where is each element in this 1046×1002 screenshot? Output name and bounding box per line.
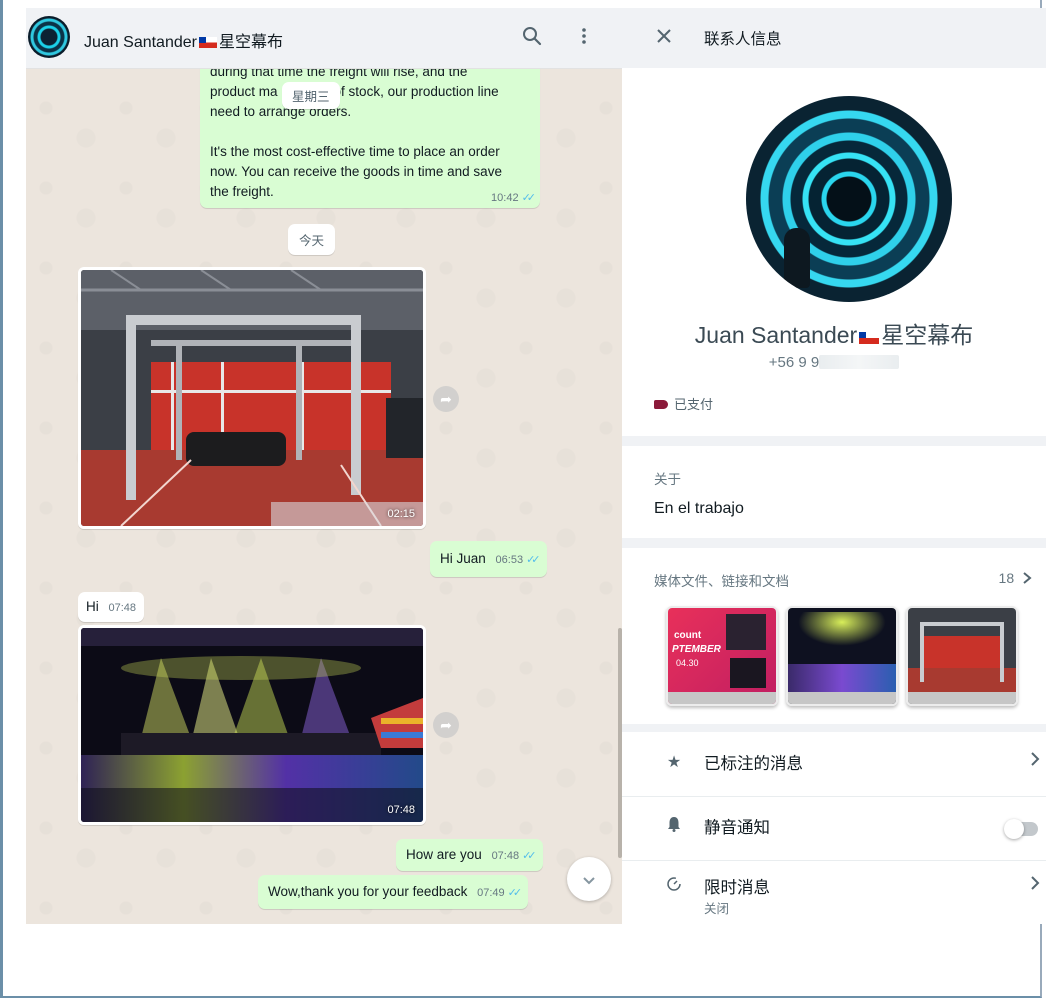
mute-notifications-label: 静音通知 [704,819,770,837]
message-meta: 07:49 ✓✓ [477,887,523,899]
contact-info-pane: 联系人信息 Juan Santander 星空幕布 +56 9 9 已支付 关于 … [622,8,1046,924]
forward-icon[interactable]: ➦ [433,386,459,412]
star-icon: ★ [666,754,682,771]
truss-stage-photo [81,270,423,526]
disappearing-messages-status: 关闭 [704,902,730,916]
message-bubble-outgoing[interactable]: How are you 07:48 ✓✓ [396,839,543,871]
label-tag-icon [654,400,668,409]
chevron-right-icon [1030,750,1040,771]
chile-flag-icon [859,332,880,344]
kebab-menu-icon[interactable] [572,26,596,50]
message-text: How are you [406,847,482,862]
about-value: En el trabajo [654,500,744,517]
message-text: Hi Juan [440,551,486,566]
message-line: the freight. [210,184,274,199]
read-ticks-icon: ✓✓ [521,192,537,204]
chat-contact-suffix: 星空幕布 [218,34,283,51]
message-bubble-outgoing[interactable]: Wow,thank you for your feedback 07:49 ✓✓ [258,875,529,909]
contact-info-header: 联系人信息 [622,8,1046,68]
image-message-truss[interactable]: 02:15 [78,267,426,529]
about-section: 关于 En el trabajo [622,446,1046,538]
message-meta: 10:42 ✓✓ [491,191,537,204]
media-label[interactable]: 媒体文件、链接和文档 [654,570,789,590]
media-thumbnail[interactable] [906,606,1018,706]
date-divider-today: 今天 [288,224,336,255]
message-text: during that time the freight will rise, … [210,62,536,202]
about-label: 关于 [654,472,681,487]
message-meta: 07:48 ✓✓ [491,850,537,862]
chat-pane: Juan Santander 星空幕布 during that time the … [26,8,622,924]
media-thumbnail[interactable] [786,606,898,706]
chat-title[interactable]: Juan Santander 星空幕布 [84,28,283,52]
mute-toggle[interactable] [1004,819,1038,839]
disappearing-messages-label: 限时消息 [704,879,770,897]
profile-photo[interactable] [746,96,952,302]
date-divider: 星期三 [282,82,340,109]
message-line: now. You can receive the goods in time a… [210,164,502,179]
message-bubble-outgoing[interactable]: Hi Juan 06:53 ✓✓ [430,541,547,577]
message-bubble-outgoing[interactable]: during that time the freight will rise, … [200,52,540,208]
contact-avatar[interactable] [28,16,70,58]
scroll-to-bottom-button[interactable] [567,857,611,901]
chat-contact-name: Juan Santander [84,34,197,51]
chevron-right-icon [1030,874,1040,895]
message-meta: 06:53 ✓✓ [495,554,541,566]
read-ticks-icon: ✓✓ [507,887,523,899]
contact-label[interactable]: 已支付 [654,394,713,413]
starred-messages-row[interactable]: ★ 已标注的消息 [622,732,1046,796]
message-time: 07:48 [108,602,137,614]
photo-time: 02:15 [387,508,415,520]
message-text: Wow,thank you for your feedback [268,884,468,899]
read-ticks-icon: ✓✓ [522,850,537,862]
phone-redaction [819,355,900,369]
bell-icon [664,816,684,837]
message-time: 10:42 [491,192,519,204]
search-icon[interactable] [520,26,544,50]
message-bubble-incoming[interactable]: Hi 07:48 [78,592,145,622]
chevron-right-icon [1023,572,1032,584]
contact-info-title: 联系人信息 [704,31,782,48]
options-section: ★ 已标注的消息 静音通知 限时消息 关闭 [622,732,1046,924]
photo-time: 07:48 [387,804,415,816]
chile-flag-icon [198,37,217,48]
message-line: product ma of stock, our production line [210,84,499,99]
chat-header[interactable]: Juan Santander 星空幕布 [26,8,622,69]
starred-messages-label: 已标注的消息 [704,755,803,773]
timer-icon [664,876,684,897]
message-line: It's the most cost-effective time to pla… [210,144,500,159]
message-text: Hi [86,599,99,614]
profile-section: Juan Santander 星空幕布 +56 9 9 已支付 [622,68,1046,436]
stage-lights-photo [81,628,423,822]
media-count[interactable]: 18 [999,570,1032,586]
contact-name: Juan Santander 星空幕布 [694,322,974,348]
disappearing-messages-row[interactable]: 限时消息 关闭 [622,856,1046,920]
read-ticks-icon: ✓✓ [526,554,541,566]
message-line: need to arrange orders. [210,104,352,119]
media-thumbnail[interactable]: count PTEMBER 04.30 [666,606,778,706]
image-message-stage-lights[interactable]: 07:48 [78,625,426,825]
mute-notifications-row[interactable]: 静音通知 [622,796,1046,860]
forward-icon[interactable]: ➦ [433,712,459,738]
chevron-down-icon [583,877,595,885]
media-section: 媒体文件、链接和文档 18 count PTEMBER 04.30 [622,548,1046,724]
contact-phone: +56 9 9 [622,354,1046,371]
close-icon[interactable] [652,24,676,50]
